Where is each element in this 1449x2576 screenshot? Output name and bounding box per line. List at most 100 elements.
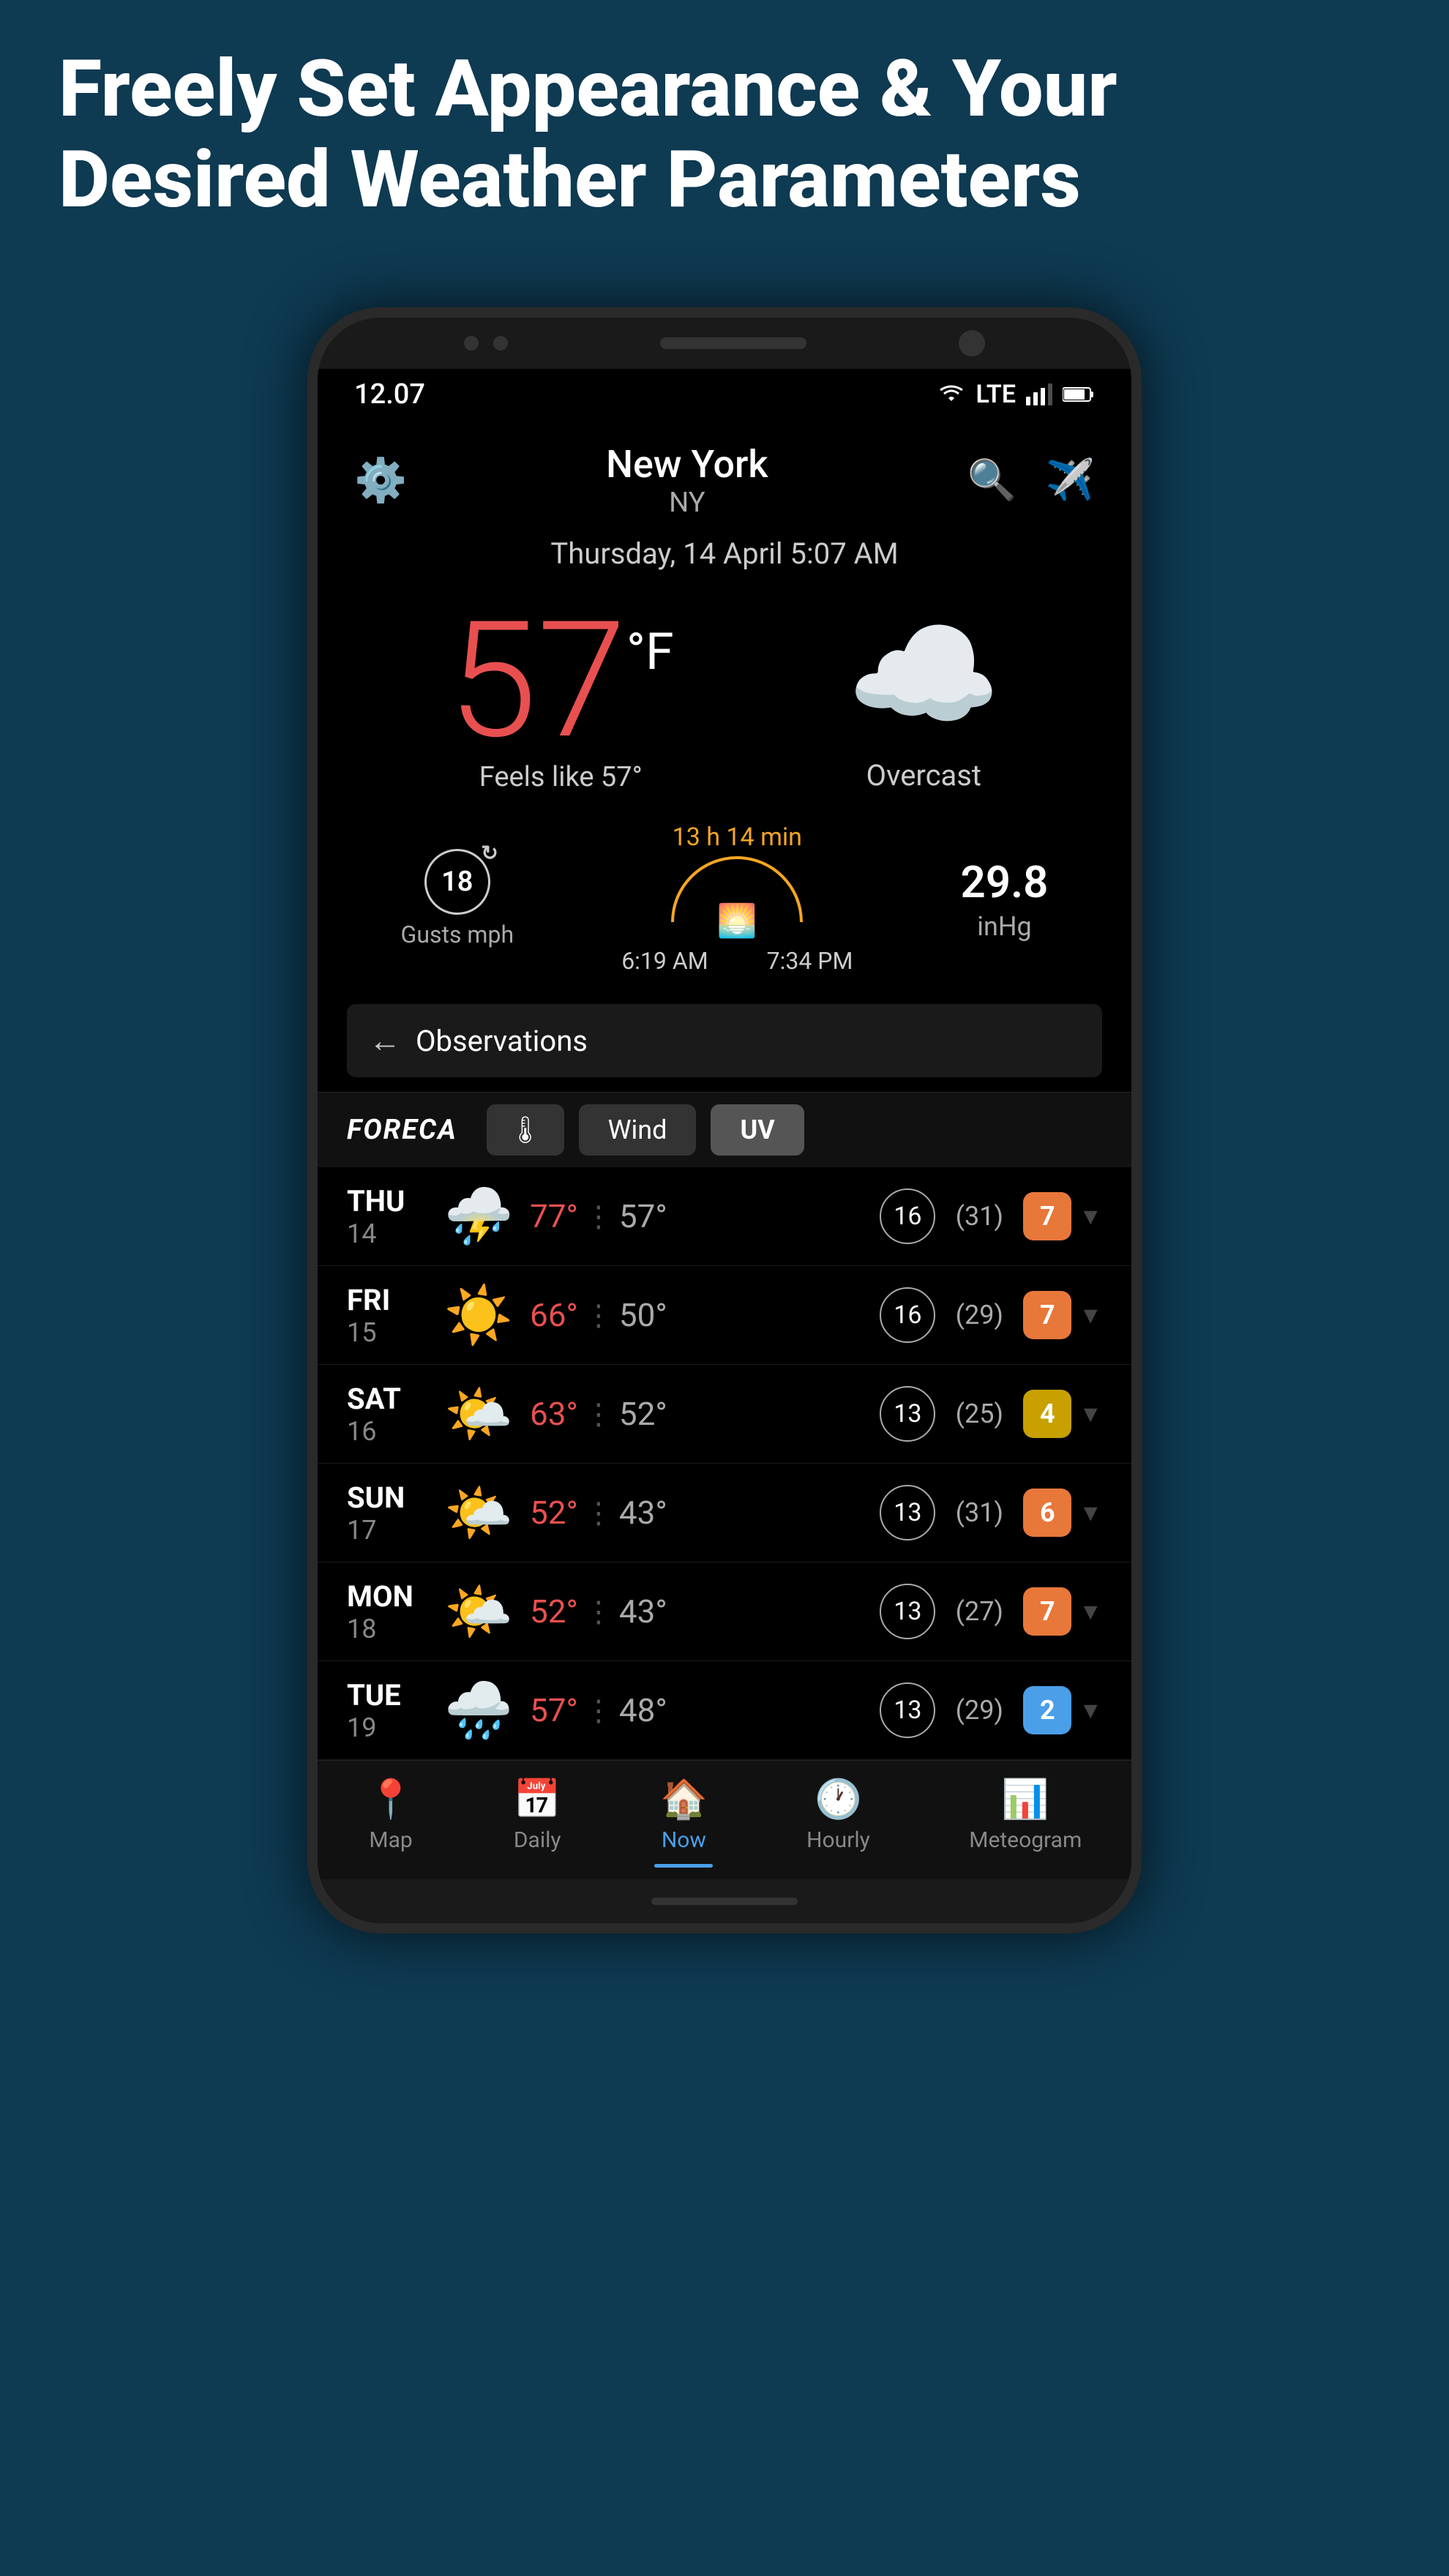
forecast-temps-fri: 66° ⋮ 50°: [530, 1296, 698, 1334]
wind-circle-fri: 16: [880, 1287, 935, 1343]
foreca-tab-temp[interactable]: 🌡: [487, 1104, 564, 1156]
forecast-icon-tue: 🌧️: [442, 1677, 515, 1743]
foreca-tab-uv[interactable]: UV: [711, 1104, 804, 1156]
temperature-unit: °F: [626, 622, 674, 682]
weather-cloud-icon: ☁️: [846, 602, 1001, 748]
location-icon[interactable]: ✈️: [1046, 457, 1095, 503]
forecast-temps-sat: 63° ⋮ 52°: [530, 1395, 698, 1433]
app-header: ⚙️ New York NY 🔍 ✈️: [318, 420, 1131, 531]
observations-label: Observations: [416, 1024, 588, 1058]
forecast-row-sun[interactable]: SUN 17 🌤️ 52° ⋮ 43° 13 (31) 6 ▼: [318, 1464, 1131, 1562]
forecast-row-fri[interactable]: FRI 15 ☀️ 66° ⋮ 50° 16 (29) 7 ▼: [318, 1266, 1131, 1365]
app-content: ⚙️ New York NY 🔍 ✈️ Thursday, 14 April 5…: [318, 420, 1131, 1879]
header-line1: Freely Set Appearance & Your: [59, 44, 1390, 135]
wind-parens-mon: (27): [943, 1596, 1016, 1627]
settings-icon[interactable]: ⚙️: [354, 456, 407, 506]
date-display: Thursday, 14 April 5:07 AM: [318, 531, 1131, 585]
chevron-sun: ▼: [1079, 1499, 1102, 1527]
now-label: Now: [662, 1827, 706, 1853]
forecast-day-sun: SUN 17: [347, 1480, 435, 1546]
obs-back-arrow: ←: [369, 1022, 401, 1060]
forecast-icon-thu: ⛈️: [442, 1183, 515, 1249]
nav-item-now[interactable]: 🏠 Now: [660, 1777, 708, 1853]
wind-parens-sun: (31): [943, 1497, 1016, 1528]
bottom-nav: 📍 Map 📅 Daily 🏠 Now 🕐 Hourly 📊 Meteogram: [318, 1760, 1131, 1879]
sunrise-duration: 13 h 14 min: [673, 823, 802, 852]
signal-icon: [1026, 383, 1052, 405]
chevron-tue: ▼: [1079, 1696, 1102, 1724]
uv-badge-thu: 7: [1023, 1192, 1071, 1240]
forecast-list: THU 14 ⛈️ 77° ⋮ 57° 16 (31) 7 ▼ FRI: [318, 1167, 1131, 1760]
daily-label: Daily: [514, 1827, 561, 1853]
chevron-mon: ▼: [1079, 1598, 1102, 1625]
forecast-row-tue[interactable]: TUE 19 🌧️ 57° ⋮ 48° 13 (29) 2 ▼: [318, 1661, 1131, 1760]
sunrise-stat: 13 h 14 min 🌅 6:19 AM 7:34 PM: [621, 823, 853, 975]
phone-frame: 12.07 LTE: [307, 307, 1142, 1933]
nav-item-daily[interactable]: 📅 Daily: [514, 1777, 561, 1853]
uv-badge-fri: 7: [1023, 1291, 1071, 1339]
page-header: Freely Set Appearance & Your Desired Wea…: [59, 44, 1390, 225]
forecast-temps-thu: 77° ⋮ 57°: [530, 1197, 698, 1235]
nav-item-meteogram[interactable]: 📊 Meteogram: [969, 1777, 1082, 1853]
feels-like: Feels like 57°: [448, 761, 674, 793]
forecast-icon-sun: 🌤️: [442, 1480, 515, 1546]
forecast-day-tue: TUE 19: [347, 1678, 435, 1743]
gusts-stat: 18 ↻ Gusts mph: [401, 849, 514, 948]
gusts-label: Gusts mph: [401, 921, 514, 948]
chevron-sat: ▼: [1079, 1400, 1102, 1428]
forecast-row-mon[interactable]: MON 18 🌤️ 52° ⋮ 43° 13 (27) 7 ▼: [318, 1562, 1131, 1661]
city-name: New York: [606, 442, 768, 487]
wind-circle-mon: 13: [880, 1584, 935, 1639]
uv-badge-mon: 7: [1023, 1587, 1071, 1636]
condition-section: ☁️ Overcast: [846, 602, 1001, 793]
map-icon: 📍: [367, 1777, 415, 1821]
weather-main: 57 °F Feels like 57° ☁️ Overcast: [318, 585, 1131, 801]
location-info: New York NY: [606, 442, 768, 519]
now-icon: 🏠: [660, 1777, 708, 1821]
forecast-icon-mon: 🌤️: [442, 1579, 515, 1644]
wind-parens-sat: (25): [943, 1399, 1016, 1429]
hourly-icon: 🕐: [815, 1777, 862, 1821]
wind-circle-thu: 16: [880, 1188, 935, 1244]
wind-parens-thu: (31): [943, 1201, 1016, 1232]
pressure-label: inHg: [977, 911, 1032, 942]
wifi-icon: [937, 383, 966, 405]
chevron-fri: ▼: [1079, 1301, 1102, 1329]
wind-circle-tue: 13: [880, 1682, 935, 1738]
pressure-stat: 29.8 inHg: [961, 856, 1049, 942]
temperature-value: 57: [448, 600, 626, 761]
forecast-row-sat[interactable]: SAT 16 🌤️ 63° ⋮ 52° 13 (25) 4 ▼: [318, 1365, 1131, 1464]
forecast-row-thu[interactable]: THU 14 ⛈️ 77° ⋮ 57° 16 (31) 7 ▼: [318, 1167, 1131, 1266]
wind-circle-sat: 13: [880, 1386, 935, 1442]
battery-icon: [1063, 386, 1095, 402]
forecast-day-mon: MON 18: [347, 1579, 435, 1644]
status-time: 12.07: [354, 378, 425, 411]
header-action-icons: 🔍 ✈️: [967, 457, 1095, 503]
foreca-logo: FORECA: [347, 1114, 457, 1146]
hourly-label: Hourly: [806, 1827, 870, 1853]
map-label: Map: [369, 1827, 412, 1853]
uv-badge-tue: 2: [1023, 1686, 1071, 1734]
forecast-icon-fri: ☀️: [442, 1282, 515, 1348]
sunset-time: 7:34 PM: [767, 947, 853, 975]
forecast-day-thu: THU 14: [347, 1184, 435, 1249]
forecast-temps-mon: 52° ⋮ 43°: [530, 1592, 698, 1630]
meteogram-label: Meteogram: [969, 1827, 1082, 1853]
forecast-temps-tue: 57° ⋮ 48°: [530, 1691, 698, 1729]
chevron-thu: ▼: [1079, 1202, 1102, 1230]
state-name: NY: [606, 487, 768, 519]
forecast-temps-sun: 52° ⋮ 43°: [530, 1494, 698, 1532]
forecast-day-sat: SAT 16: [347, 1382, 435, 1447]
wind-parens-fri: (29): [943, 1300, 1016, 1330]
observations-button[interactable]: ← Observations: [347, 1004, 1102, 1077]
pressure-value: 29.8: [961, 856, 1049, 908]
wind-parens-tue: (29): [943, 1695, 1016, 1726]
uv-badge-sat: 4: [1023, 1390, 1071, 1438]
status-icons: LTE: [937, 380, 1096, 409]
wind-circle-sun: 13: [880, 1485, 935, 1540]
foreca-tab-wind[interactable]: Wind: [579, 1104, 697, 1156]
nav-item-hourly[interactable]: 🕐 Hourly: [806, 1777, 870, 1853]
search-icon[interactable]: 🔍: [967, 457, 1016, 503]
nav-item-map[interactable]: 📍 Map: [367, 1777, 415, 1853]
forecast-icon-sat: 🌤️: [442, 1381, 515, 1447]
